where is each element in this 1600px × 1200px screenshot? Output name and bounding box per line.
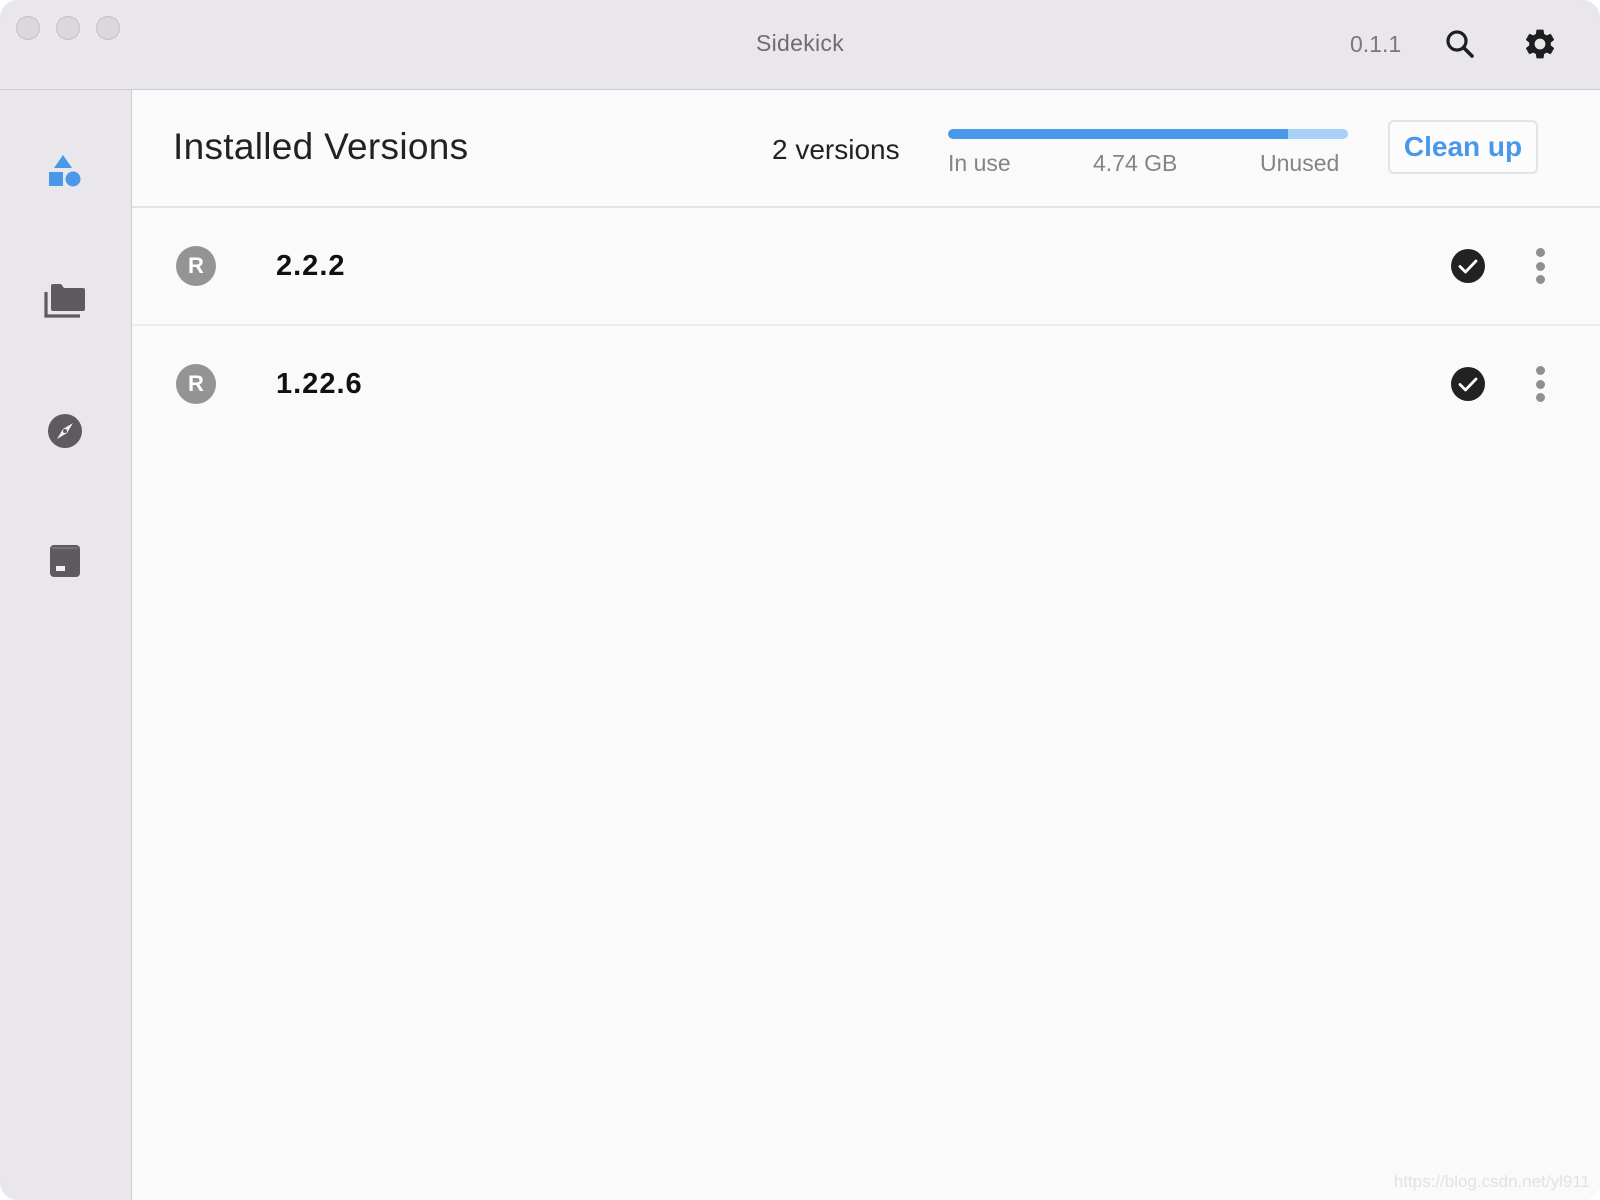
- more-options-icon[interactable]: [1528, 246, 1552, 286]
- version-row[interactable]: R 1.22.6: [132, 326, 1600, 442]
- compass-icon: [48, 414, 82, 448]
- clean-up-button[interactable]: Clean up: [1388, 120, 1538, 174]
- sidebar-item-shapes[interactable]: [40, 146, 90, 196]
- page-header: Installed Versions 2 versions In use 4.7…: [132, 90, 1600, 208]
- storage-usage-fill: [948, 129, 1288, 139]
- main-content: Installed Versions 2 versions In use 4.7…: [132, 90, 1600, 1200]
- unused-label: Unused: [1260, 150, 1340, 176]
- gear-icon[interactable]: [1522, 26, 1558, 62]
- shapes-icon: [49, 155, 81, 187]
- page-title: Installed Versions: [173, 126, 469, 167]
- app-window: Sidekick 0.1.1 Installed Versions 2 vers…: [0, 0, 1600, 1200]
- version-number: 2.2.2: [276, 250, 346, 282]
- checkmark-icon[interactable]: [1450, 366, 1486, 402]
- archive-icon: [50, 545, 80, 577]
- titlebar: Sidekick 0.1.1: [0, 0, 1600, 90]
- folders-icon: [44, 284, 85, 318]
- versions-count: 2 versions: [772, 134, 900, 165]
- more-options-icon[interactable]: [1528, 364, 1552, 404]
- sidebar-item-folders[interactable]: [40, 276, 90, 326]
- version-number: 1.22.6: [276, 368, 363, 400]
- checkmark-icon[interactable]: [1450, 248, 1486, 284]
- version-row[interactable]: R 2.2.2: [132, 208, 1600, 326]
- ruby-badge-icon: R: [176, 364, 216, 404]
- sidebar-item-archive[interactable]: [40, 536, 90, 586]
- sidebar: [0, 90, 132, 1200]
- search-icon[interactable]: [1442, 26, 1478, 62]
- storage-usage-bar: [948, 129, 1348, 139]
- in-use-label: In use: [948, 150, 1011, 176]
- watermark: https://blog.csdn.net/yl911: [1393, 1172, 1590, 1191]
- ruby-badge-icon: R: [176, 246, 216, 286]
- sidebar-item-explore[interactable]: [40, 406, 90, 456]
- app-version: 0.1.1: [1350, 31, 1402, 57]
- storage-total-label: 4.74 GB: [1093, 150, 1178, 176]
